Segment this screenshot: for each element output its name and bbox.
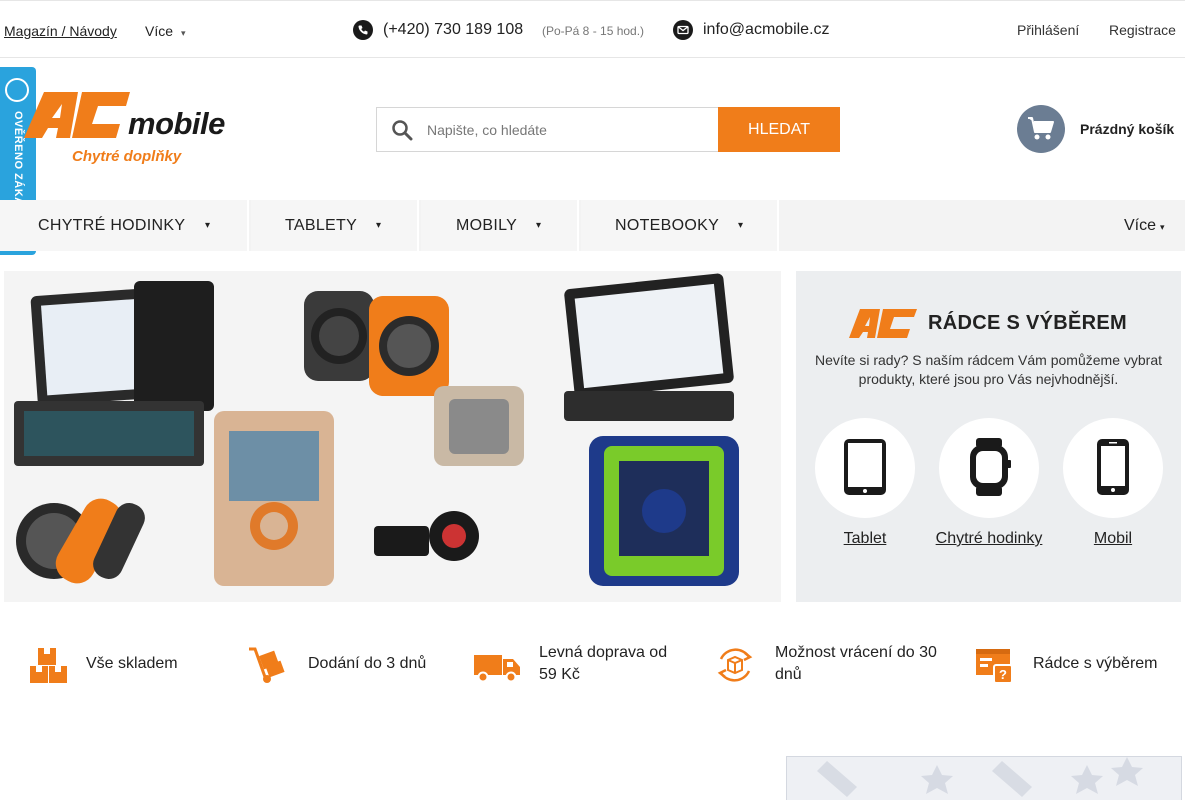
- nav-item-notebooks[interactable]: NOTEBOOKY ▾: [581, 200, 779, 251]
- nav-item-smartwatches[interactable]: CHYTRÉ HODINKY ▾: [0, 200, 249, 251]
- chevron-down-icon: ▾: [536, 220, 542, 231]
- search-button[interactable]: HLEDAT: [718, 107, 840, 152]
- hand-truck-icon: [249, 647, 285, 683]
- feature-cheap-shipping: Levná doprava od 59 Kč: [539, 644, 668, 683]
- top-bar: Magazín / Návody Více ▾ (+420) 730 189 10…: [0, 0, 1185, 58]
- feature-delivery-time: Dodání do 3 dnů: [308, 655, 427, 672]
- register-link[interactable]: Registrace: [1109, 22, 1176, 38]
- top-more-menu[interactable]: Více ▾: [145, 23, 186, 39]
- search-bar: HLEDAT: [376, 107, 840, 152]
- site-logo[interactable]: mobile Chytré doplňky: [22, 88, 262, 170]
- ac-logo-mark: [849, 309, 917, 338]
- logo-tagline: Chytré doplňky: [72, 148, 182, 165]
- cart-status[interactable]: Prázdný košík: [1080, 121, 1174, 137]
- svg-text:?: ?: [999, 667, 1007, 682]
- chevron-down-icon: ▾: [181, 28, 186, 38]
- nav-item-label: NOTEBOOKY: [615, 217, 720, 234]
- nav-item-tablets[interactable]: TABLETY ▾: [251, 200, 419, 251]
- phone-hours: (Po-Pá 8 - 15 hod.): [542, 24, 645, 38]
- magazin-link[interactable]: Magazín / Návody: [4, 23, 117, 39]
- advisor-description: Nevíte si rady? S naším rádcem Vám pomůž…: [814, 352, 1163, 387]
- advisor-option-smartwatch[interactable]: [939, 418, 1039, 518]
- advisor-option-label[interactable]: Tablet: [815, 530, 915, 548]
- main-navigation: CHYTRÉ HODINKY ▾ TABLETY ▾ MOBILY ▾ NOTE…: [0, 200, 1185, 251]
- mobile-icon: [1097, 439, 1129, 495]
- search-icon: [392, 120, 413, 141]
- advisor-option-tablet[interactable]: [815, 418, 915, 518]
- advisor-icon: ?: [976, 649, 1013, 684]
- hero-banner[interactable]: [4, 271, 781, 602]
- nav-item-label: MOBILY: [456, 217, 518, 234]
- chevron-down-icon: ▾: [205, 220, 211, 231]
- email-link[interactable]: info@acmobile.cz: [703, 21, 830, 39]
- login-link[interactable]: Přihlášení: [1017, 22, 1079, 38]
- nav-more-label: Více: [1124, 217, 1157, 234]
- delivery-truck-icon: [474, 655, 520, 683]
- chevron-down-icon: ▾: [1160, 222, 1165, 232]
- nav-item-label: TABLETY: [285, 217, 358, 234]
- hero-products-image: [4, 271, 781, 602]
- chevron-down-icon: ▾: [738, 220, 744, 231]
- promo-banner[interactable]: [786, 756, 1182, 800]
- search-input[interactable]: [427, 109, 712, 150]
- cart-icon: [1028, 117, 1054, 140]
- chevron-down-icon: ▾: [376, 220, 382, 231]
- advisor-option-label[interactable]: Mobil: [1063, 530, 1163, 548]
- product-advisor-panel: RÁDCE S VÝBĚREM Nevíte si rady? S naším …: [796, 271, 1181, 602]
- smartwatch-icon: [970, 438, 1011, 496]
- decorative-pattern: [817, 757, 1143, 797]
- feature-in-stock: Vše skladem: [86, 655, 178, 672]
- phone-icon: [353, 20, 373, 40]
- feature-advisor: Rádce s výběrem: [1033, 655, 1158, 672]
- nav-item-label: CHYTRÉ HODINKY: [38, 217, 186, 234]
- nav-item-mobiles[interactable]: MOBILY ▾: [421, 200, 579, 251]
- top-more-label: Více: [145, 23, 174, 39]
- boxes-icon: [30, 648, 67, 683]
- advisor-option-label[interactable]: Chytré hodinky: [919, 530, 1059, 548]
- advisor-title: RÁDCE S VÝBĚREM: [928, 312, 1127, 334]
- logo-wordmark: mobile: [128, 106, 225, 141]
- mail-icon: [673, 20, 693, 40]
- advisor-option-mobile[interactable]: [1063, 418, 1163, 518]
- nav-more-menu[interactable]: Více ▾: [1124, 200, 1165, 253]
- tablet-icon: [844, 439, 886, 495]
- feature-returns: Možnost vrácení do 30 dnů: [775, 644, 937, 683]
- cart-button[interactable]: [1017, 105, 1065, 153]
- phone-number[interactable]: (+420) 730 189 108: [383, 21, 523, 39]
- return-box-icon: [717, 648, 753, 682]
